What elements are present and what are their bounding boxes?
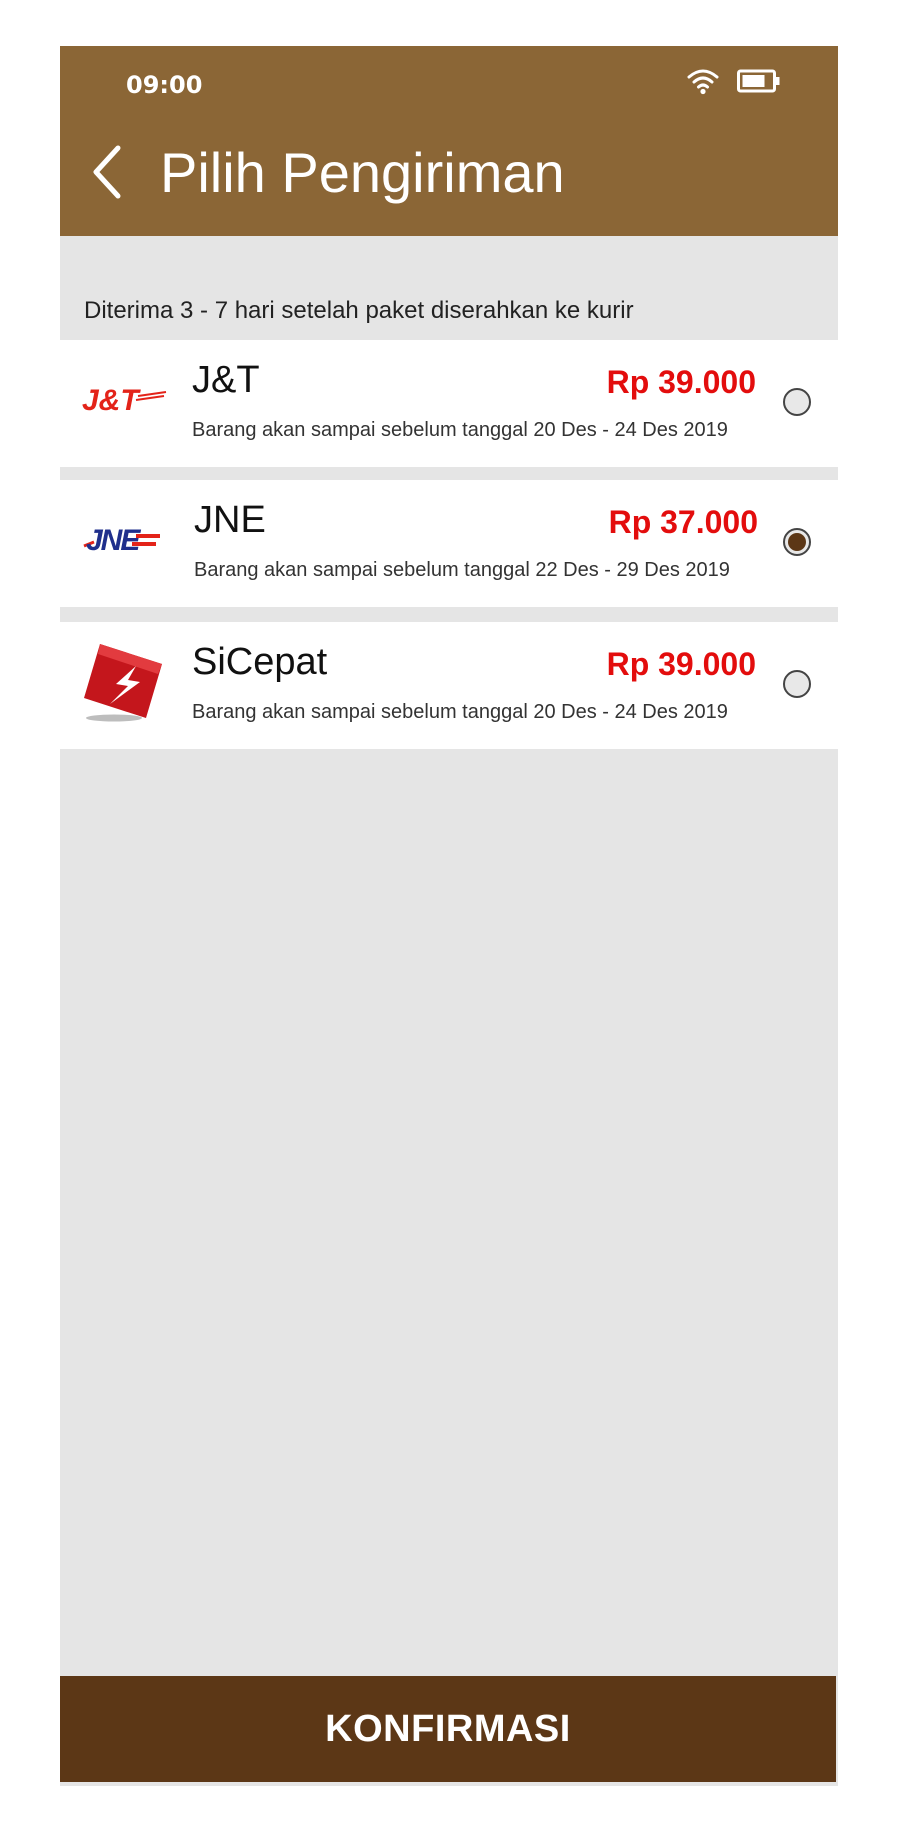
jnt-logo-text: J&T: [82, 384, 141, 417]
phone-screen: 09:00 Pilih Pengiriman Diterima 3 - 7 ha…: [60, 46, 838, 1786]
courier-name: J&T: [192, 359, 260, 401]
courier-eta: Barang akan sampai sebelum tanggal 20 De…: [192, 701, 728, 723]
courier-option-jnt[interactable]: J&T J&T Rp 39.000 Barang akan sampai seb…: [60, 340, 838, 467]
courier-price: Rp 39.000: [606, 364, 756, 400]
jnt-logo: J&T: [82, 384, 167, 417]
battery-icon: [737, 69, 780, 93]
radio-sicepat[interactable]: [783, 670, 811, 698]
courier-name: SiCepat: [192, 641, 328, 683]
wifi-icon: [687, 69, 719, 95]
jne-logo-text: JNE: [86, 524, 141, 557]
jne-logo: JNE: [83, 524, 160, 557]
courier-price: Rp 39.000: [606, 646, 756, 682]
radio-jnt[interactable]: [783, 388, 811, 416]
confirm-button[interactable]: KONFIRMASI: [60, 1676, 836, 1782]
courier-eta: Barang akan sampai sebelum tanggal 20 De…: [192, 419, 728, 441]
courier-name: JNE: [194, 499, 266, 541]
courier-eta: Barang akan sampai sebelum tanggal 22 De…: [194, 559, 730, 581]
chevron-left-icon[interactable]: [86, 144, 130, 200]
radio-dot: [788, 533, 806, 551]
courier-option-sicepat[interactable]: SiCepat Rp 39.000 Barang akan sampai seb…: [60, 622, 838, 749]
delivery-note: Diterima 3 - 7 hari setelah paket disera…: [84, 297, 634, 324]
status-time: 09:00: [126, 71, 203, 99]
courier-option-jne[interactable]: JNE JNE Rp 37.000 Barang akan sampai seb…: [60, 480, 838, 607]
app-bar: 09:00 Pilih Pengiriman: [60, 46, 838, 236]
radio-jne[interactable]: [783, 528, 811, 556]
sicepat-logo: [84, 644, 162, 722]
page-title: Pilih Pengiriman: [160, 141, 565, 204]
courier-price: Rp 37.000: [608, 504, 758, 540]
